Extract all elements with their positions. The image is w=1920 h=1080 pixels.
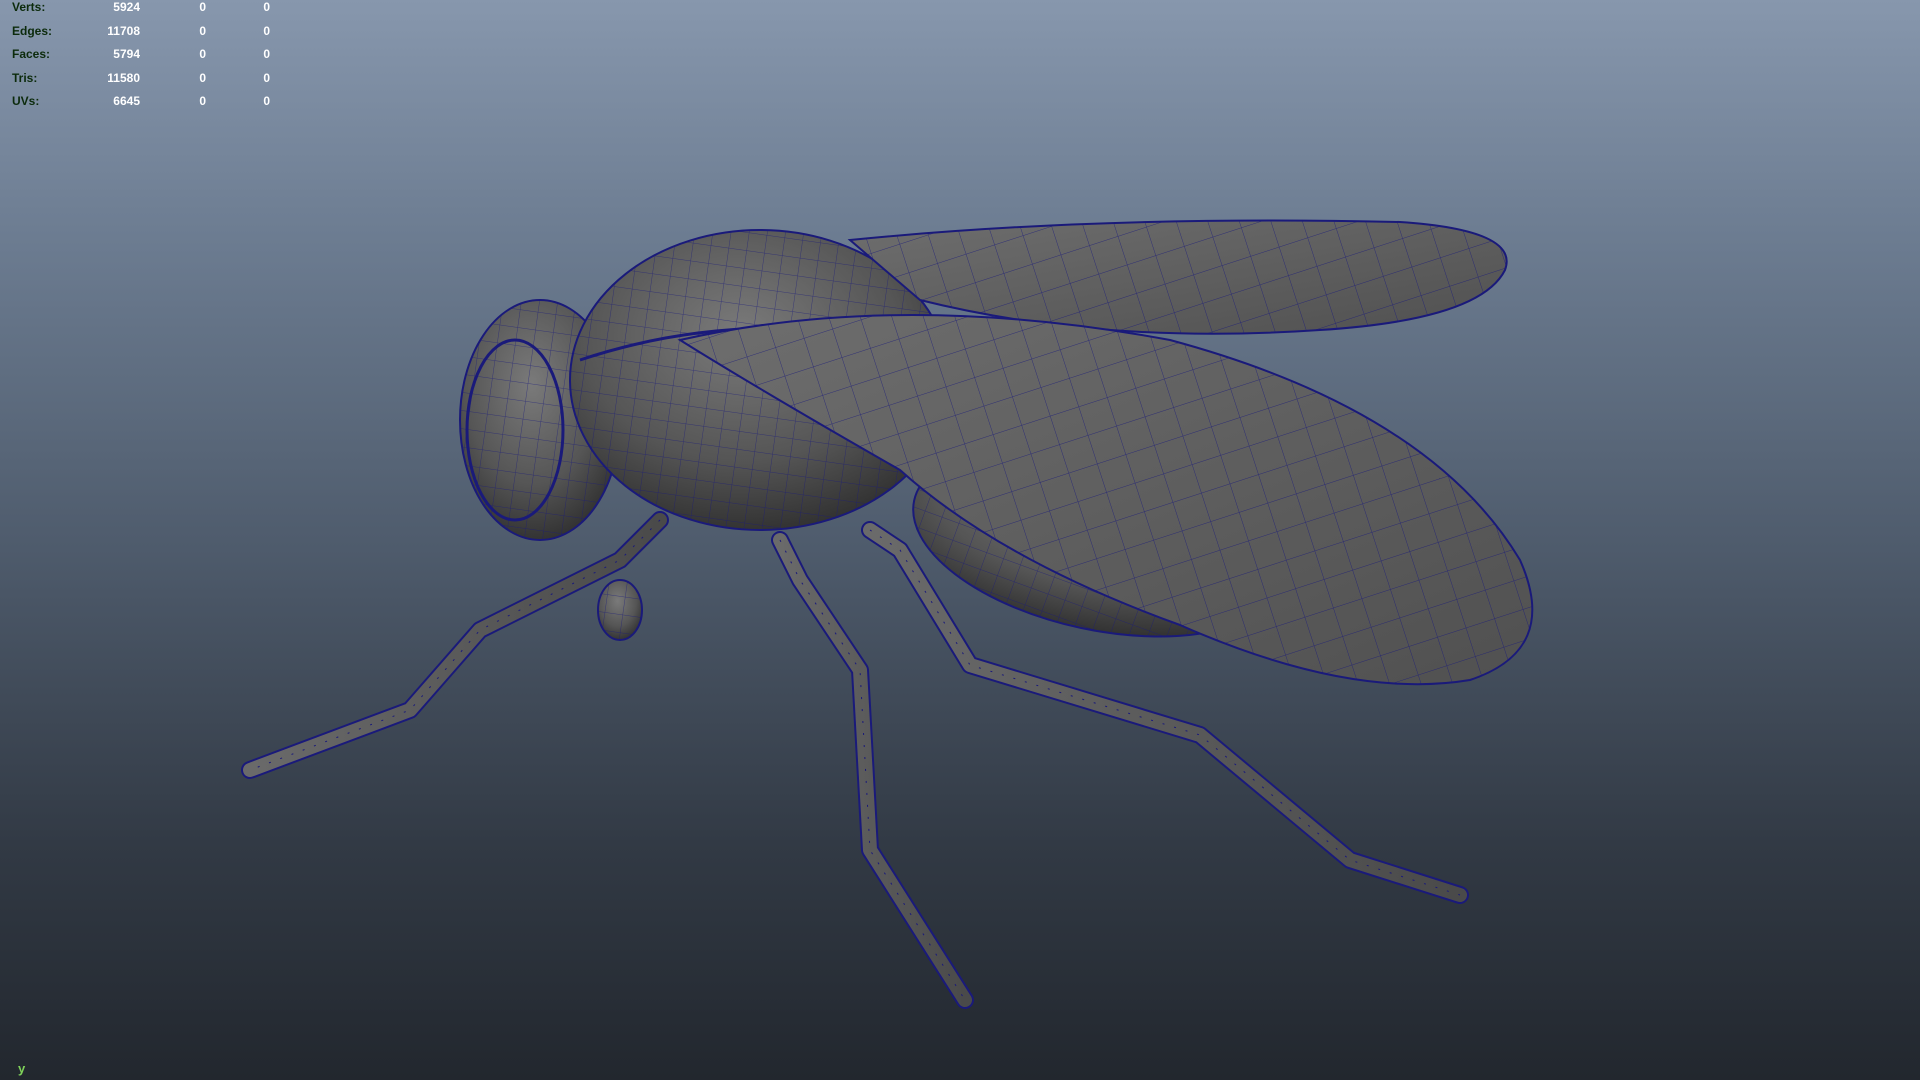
hud-value: 0 xyxy=(263,94,270,108)
hud-label: Verts: xyxy=(12,0,46,14)
heads-up-display: Verts: 5924 0 0 Edges: 11708 0 0 Faces: … xyxy=(12,0,272,118)
hud-value: 0 xyxy=(263,47,270,61)
leg-front[interactable] xyxy=(241,511,669,779)
hud-value: 11708 xyxy=(107,23,140,38)
hud-value: 0 xyxy=(199,23,206,38)
hud-row-tris: Tris: 11580 0 0 xyxy=(12,71,272,95)
hud-value: 0 xyxy=(199,0,206,14)
hud-label: Tris: xyxy=(12,70,38,85)
hud-value: 6645 xyxy=(113,94,140,108)
hud-value: 0 xyxy=(263,0,270,14)
hud-value: 0 xyxy=(199,47,206,61)
hud-value: 5924 xyxy=(113,0,140,14)
hud-label: Faces: xyxy=(12,47,51,61)
hud-value: 11580 xyxy=(107,70,140,85)
hud-value: 0 xyxy=(263,23,270,38)
hud-row-uvs: UVs: 6645 0 0 xyxy=(12,94,272,118)
fly-model-wireframe[interactable] xyxy=(0,0,1920,1080)
hud-value: 5794 xyxy=(113,47,140,61)
hud-row-verts: Verts: 5924 0 0 xyxy=(12,0,272,24)
hud-label: Edges: xyxy=(12,23,53,38)
3d-viewport[interactable]: Verts: 5924 0 0 Edges: 11708 0 0 Faces: … xyxy=(0,0,1920,1080)
hud-label: UVs: xyxy=(12,94,40,108)
hud-row-faces: Faces: 5794 0 0 xyxy=(12,47,272,71)
proboscis[interactable] xyxy=(597,579,643,641)
hud-row-edges: Edges: 11708 0 0 xyxy=(12,24,272,48)
axis-indicator-y: y xyxy=(18,1061,26,1076)
hud-value: 0 xyxy=(263,70,270,85)
hud-value: 0 xyxy=(199,70,206,85)
hud-value: 0 xyxy=(199,94,206,108)
